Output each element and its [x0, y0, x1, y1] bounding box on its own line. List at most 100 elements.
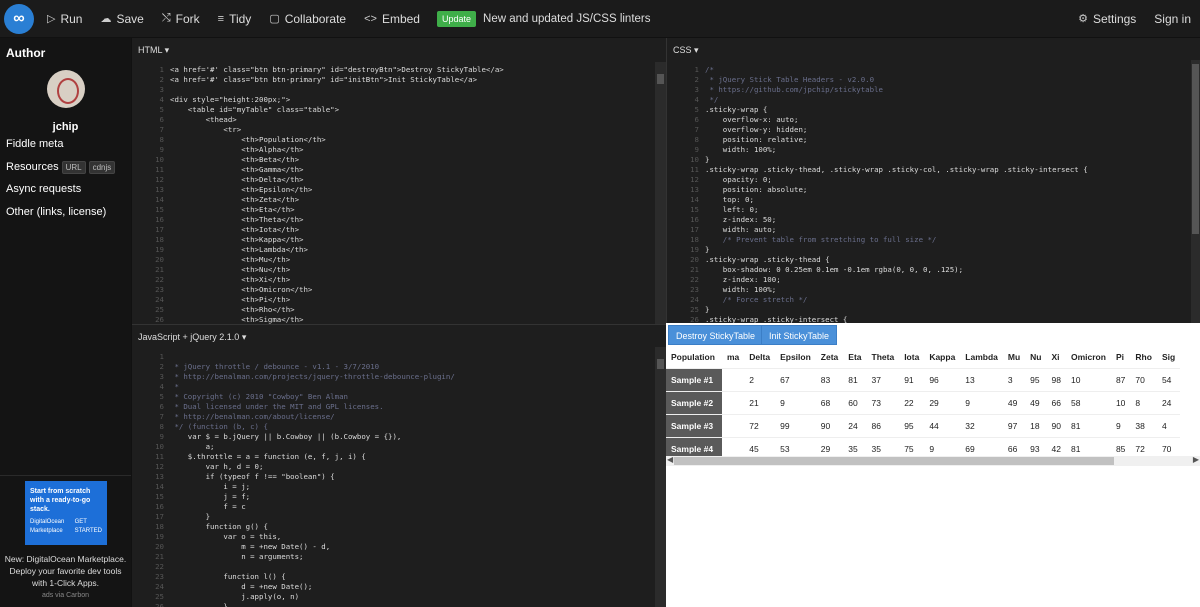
column-header: Pi	[1110, 346, 1131, 368]
html-scroll-thumb[interactable]	[657, 74, 664, 84]
sidebar-item-async-requests[interactable]: Async requests	[0, 183, 87, 195]
line-number: 3	[159, 372, 164, 381]
update-text[interactable]: New and updated JS/CSS linters	[483, 13, 650, 25]
table-cell: 95	[1025, 367, 1047, 391]
fork-button[interactable]: ⤭ Fork	[153, 12, 209, 26]
code-line: <th>Sigma</th>	[170, 315, 304, 324]
code-line: *	[170, 382, 179, 391]
cdnjs-pill[interactable]: cdnjs	[88, 161, 116, 174]
ad-image[interactable]: Start from scratch with a ready-to-go st…	[25, 481, 107, 545]
code-line: <th>Gamma</th>	[170, 165, 304, 174]
signin-link[interactable]: Sign in	[1145, 12, 1200, 26]
code-line: position: relative;	[705, 135, 808, 144]
line-number: 9	[694, 145, 699, 154]
logo[interactable]: ∞	[0, 0, 38, 38]
url-pill[interactable]: URL	[61, 161, 86, 174]
signin-label: Sign in	[1154, 11, 1191, 26]
resources-label: Resources	[6, 161, 59, 173]
code-line: * http://benalman.com/projects/jquery-th…	[170, 372, 455, 381]
scroll-right-icon[interactable]: ▶	[1193, 455, 1199, 464]
ad-text[interactable]: New: DigitalOcean Marketplace. Deploy yo…	[2, 553, 129, 589]
username[interactable]: jchip	[0, 121, 131, 133]
code-line: <table id="myTable" class="table">	[170, 105, 340, 114]
line-number: 9	[159, 145, 164, 154]
code-line: overflow-y: hidden;	[705, 125, 808, 134]
css-scrollbar[interactable]	[1191, 60, 1200, 323]
line-number: 19	[155, 532, 164, 541]
line-number: 24	[155, 582, 164, 591]
js-scroll-thumb[interactable]	[657, 359, 664, 369]
js-scrollbar[interactable]	[655, 347, 666, 607]
code-line: */	[705, 95, 719, 104]
line-number: 17	[155, 512, 164, 521]
ad-image-footer: DigitalOcean Marketplace GET STARTED	[30, 518, 102, 536]
line-number: 24	[155, 295, 164, 304]
scroll-left-icon[interactable]: ◀	[667, 455, 673, 464]
line-number: 26	[690, 315, 699, 323]
table-cell	[722, 390, 745, 414]
table-scroll-thumb[interactable]	[674, 457, 1114, 465]
sidebar-item-other[interactable]: Other (links, license)	[0, 206, 112, 218]
line-number: 7	[159, 412, 164, 421]
html-editor[interactable]: 1 <a href='#' class="btn btn-primary" id=…	[132, 60, 666, 324]
row-header: Sample #2	[666, 390, 722, 414]
code-line: <tr>	[170, 125, 242, 134]
code-line: * jQuery Stick Table Headers - v2.0.0	[705, 75, 875, 84]
embed-button[interactable]: <> Embed	[355, 12, 429, 26]
code-line: /*	[705, 65, 714, 74]
code-line: }	[705, 155, 710, 164]
ad-cta: GET STARTED	[74, 519, 103, 534]
table-cell: 32	[960, 413, 1003, 437]
table-cell: 67	[775, 367, 816, 391]
column-header: Rho	[1130, 346, 1157, 368]
update-badge[interactable]: Update	[436, 10, 477, 27]
line-number: 4	[694, 95, 699, 104]
line-number: 16	[690, 215, 699, 224]
line-number: 3	[159, 85, 164, 94]
line-number: 10	[155, 442, 164, 451]
line-number: 13	[690, 185, 699, 194]
code-line: .sticky-wrap .sticky-thead, .sticky-wrap…	[705, 165, 1088, 174]
line-number: 14	[155, 195, 164, 204]
line-number: 21	[155, 552, 164, 561]
code-line: <th>Population</th>	[170, 135, 326, 144]
destroy-sticky-button[interactable]: Destroy StickyTable	[668, 325, 764, 345]
line-number: 14	[690, 195, 699, 204]
settings-button[interactable]: ⚙ Settings	[1069, 12, 1145, 26]
line-number: 11	[155, 165, 164, 174]
table-cell: 72	[744, 413, 776, 437]
tidy-button[interactable]: ≡ Tidy	[209, 12, 261, 26]
table-cell: 90	[815, 413, 844, 437]
sidebar-item-fiddle-meta[interactable]: Fiddle meta	[0, 138, 69, 150]
line-number: 8	[159, 135, 164, 144]
js-panel-title[interactable]: JavaScript + jQuery 2.1.0 ▾	[132, 325, 666, 347]
ad-attribution[interactable]: ads via Carbon	[0, 592, 131, 599]
css-panel-title[interactable]: CSS ▾	[667, 38, 1200, 60]
css-editor[interactable]: 1 /* 2 * jQuery Stick Table Headers - v2.0…	[667, 60, 1200, 323]
line-number: 8	[159, 422, 164, 431]
table-cell: 73	[866, 390, 900, 414]
code-line: function g() {	[170, 522, 268, 531]
html-panel-title[interactable]: HTML ▾	[132, 38, 666, 60]
table-cell	[722, 367, 745, 391]
line-number: 7	[159, 125, 164, 134]
collaborate-button[interactable]: ▢ Collaborate	[260, 12, 355, 26]
logo-icon: ∞	[4, 3, 34, 34]
tidy-label: Tidy	[229, 11, 252, 26]
sidebar-item-resources[interactable]: Resources URL cdnjs	[0, 161, 121, 174]
line-number: 5	[159, 392, 164, 401]
code-line: <th>Lambda</th>	[170, 245, 308, 254]
css-scroll-thumb[interactable]	[1192, 64, 1199, 234]
run-button[interactable]: ▷ Run	[38, 12, 91, 26]
code-line: $.throttle = a = function (e, f, j, i) {	[170, 452, 366, 461]
init-sticky-button[interactable]: Init StickyTable	[761, 325, 838, 345]
table-cell: 83	[815, 367, 844, 391]
line-number: 16	[155, 215, 164, 224]
table-cell: 29	[924, 390, 961, 414]
avatar	[46, 70, 85, 108]
line-number: 26	[155, 602, 164, 607]
save-button[interactable]: ☁ Save	[91, 12, 152, 26]
table-horizontal-scrollbar[interactable]: ◀ ▶	[666, 455, 1200, 466]
html-scrollbar[interactable]	[655, 62, 666, 324]
js-editor[interactable]: 12 * jQuery throttle / debounce - v1.1 -…	[132, 347, 666, 607]
